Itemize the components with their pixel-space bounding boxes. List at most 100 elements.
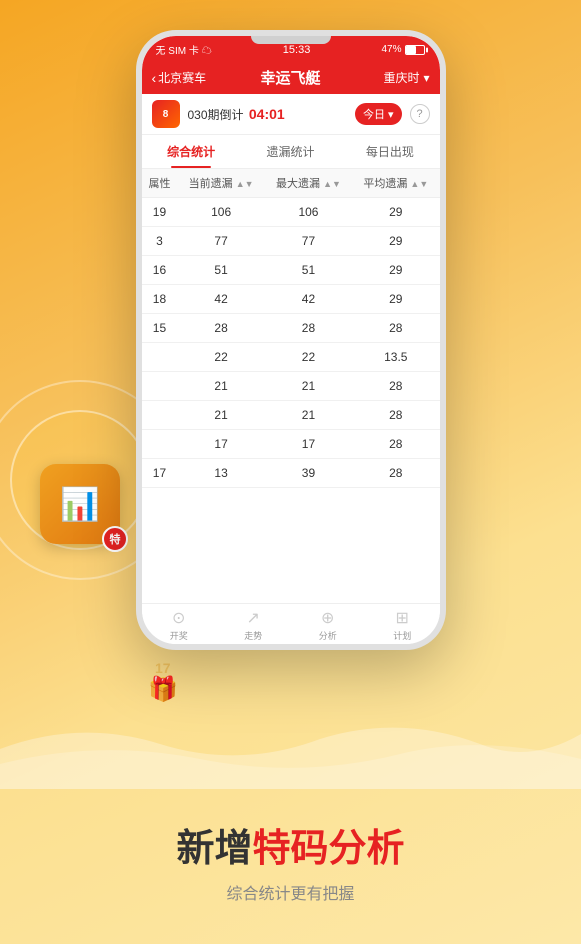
table-cell: 28 (352, 459, 439, 488)
nav-right-label: 重庆时 (383, 69, 419, 86)
table-cell: 42 (177, 285, 264, 314)
bottom-nav-plan[interactable]: ⊞ 计划 (365, 608, 440, 642)
table-cell: 28 (352, 372, 439, 401)
table-cell: 21 (265, 372, 352, 401)
tab-comprehensive[interactable]: 综合统计 (142, 135, 241, 168)
special-icon-container: 📊 特 (40, 464, 120, 544)
bottom-nav-lottery[interactable]: ⊙ 开奖 (142, 608, 217, 642)
phone-notch (251, 36, 331, 44)
table-cell: 15 (142, 314, 178, 343)
table-cell: 3 (142, 227, 178, 256)
plan-icon: ⊞ (396, 608, 409, 628)
table-cell: 39 (265, 459, 352, 488)
sub-title: 综合统计更有把握 (0, 880, 581, 904)
table-cell: 17 (142, 459, 178, 488)
table-cell: 21 (177, 372, 264, 401)
table-cell: 16 (142, 256, 178, 285)
table-cell: 28 (177, 314, 264, 343)
table-row: 3777729 (142, 227, 440, 256)
nav-title: 幸运飞艇 (212, 67, 370, 88)
countdown: 04:01 (249, 106, 285, 122)
tab-daily[interactable]: 每日出现 (340, 135, 439, 168)
battery-icon (405, 45, 425, 55)
dropdown-icon: ▾ (423, 71, 429, 85)
table-cell: 21 (177, 401, 264, 430)
sort-icon-current: ▲▼ (236, 179, 254, 189)
deco-number-17: 17 (155, 660, 171, 676)
tab-bar: 综合统计 遗漏统计 每日出现 (142, 135, 440, 169)
table-cell: 13.5 (352, 343, 439, 372)
table-cell (142, 372, 178, 401)
col-header-current[interactable]: 当前遗漏 ▲▼ (177, 169, 264, 198)
battery-fill (406, 46, 416, 54)
nav-right[interactable]: 重庆时 ▾ (370, 69, 430, 86)
table-row: 222213.5 (142, 343, 440, 372)
table-cell: 13 (177, 459, 264, 488)
table-cell: 29 (352, 198, 439, 227)
table-cell: 21 (265, 401, 352, 430)
table-cell: 51 (265, 256, 352, 285)
phone-frame: 无 SIM 卡 ☁ 15:33 47% ‹ 北京赛车 幸运飞艇 (136, 30, 446, 650)
table-row: 15282828 (142, 314, 440, 343)
table-cell: 17 (177, 430, 264, 459)
special-badge: 特 (102, 526, 128, 552)
phone-button-right (444, 136, 446, 176)
dropdown-small-icon: ▾ (388, 108, 394, 121)
lottery-logo: 8 (152, 100, 180, 128)
table-cell: 106 (265, 198, 352, 227)
table-cell: 28 (352, 401, 439, 430)
stats-table: 属性 当前遗漏 ▲▼ 最大遗漏 ▲▼ 平均遗漏 (142, 169, 440, 488)
table-row: 17133928 (142, 459, 440, 488)
table-cell: 19 (142, 198, 178, 227)
table-cell: 77 (177, 227, 264, 256)
chart-icon: 📊 (60, 485, 100, 523)
today-button[interactable]: 今日 ▾ (355, 103, 402, 125)
table-cell: 28 (352, 430, 439, 459)
bottom-nav-analysis[interactable]: ⊕ 分析 (291, 608, 366, 642)
data-table-container: 属性 当前遗漏 ▲▼ 最大遗漏 ▲▼ 平均遗漏 (142, 169, 440, 603)
table-cell: 51 (177, 256, 264, 285)
table-row: 18424229 (142, 285, 440, 314)
phone-button-left (136, 116, 138, 146)
info-bar: 8 030期倒计 04:01 今日 ▾ ? (142, 94, 440, 135)
nav-back[interactable]: ‹ 北京赛车 (152, 69, 212, 86)
table-cell: 18 (142, 285, 178, 314)
help-button[interactable]: ? (410, 104, 430, 124)
table-cell: 28 (352, 314, 439, 343)
bottom-nav-trend[interactable]: ↗ 走势 (216, 608, 291, 642)
cloud-decoration (0, 709, 581, 789)
col-header-max[interactable]: 最大遗漏 ▲▼ (265, 169, 352, 198)
table-row: 16515129 (142, 256, 440, 285)
table-cell: 22 (177, 343, 264, 372)
table-cell: 106 (177, 198, 264, 227)
table-cell: 29 (352, 285, 439, 314)
bottom-section: 新增特码分析 综合统计更有把握 (0, 817, 581, 904)
table-cell: 28 (265, 314, 352, 343)
battery-percent: 47% (381, 44, 401, 55)
tab-missing[interactable]: 遗漏统计 (241, 135, 340, 168)
table-cell: 29 (352, 256, 439, 285)
table-row: 1910610629 (142, 198, 440, 227)
highlight-text: 特码分析 (253, 828, 405, 870)
table-cell (142, 343, 178, 372)
table-cell: 17 (265, 430, 352, 459)
table-body: 1910610629377772916515129184242291528282… (142, 198, 440, 488)
back-arrow-icon: ‹ (152, 70, 157, 86)
status-time: 15:33 (283, 44, 311, 56)
table-cell: 77 (265, 227, 352, 256)
table-cell (142, 401, 178, 430)
sort-icon-avg: ▲▼ (410, 179, 428, 189)
period-text: 030期倒计 04:01 (188, 106, 285, 123)
table-header-row: 属性 当前遗漏 ▲▼ 最大遗漏 ▲▼ 平均遗漏 (142, 169, 440, 198)
gift-icon: 🎁 (148, 675, 178, 704)
lottery-icon: ⊙ (172, 608, 185, 628)
nav-back-label: 北京赛车 (158, 69, 206, 86)
table-cell (142, 430, 178, 459)
analysis-icon: ⊕ (321, 608, 334, 628)
trend-icon: ↗ (247, 608, 260, 628)
table-cell: 22 (265, 343, 352, 372)
table-cell: 42 (265, 285, 352, 314)
col-header-avg[interactable]: 平均遗漏 ▲▼ (352, 169, 439, 198)
nav-bar: ‹ 北京赛车 幸运飞艇 重庆时 ▾ (142, 61, 440, 94)
table-row: 212128 (142, 372, 440, 401)
